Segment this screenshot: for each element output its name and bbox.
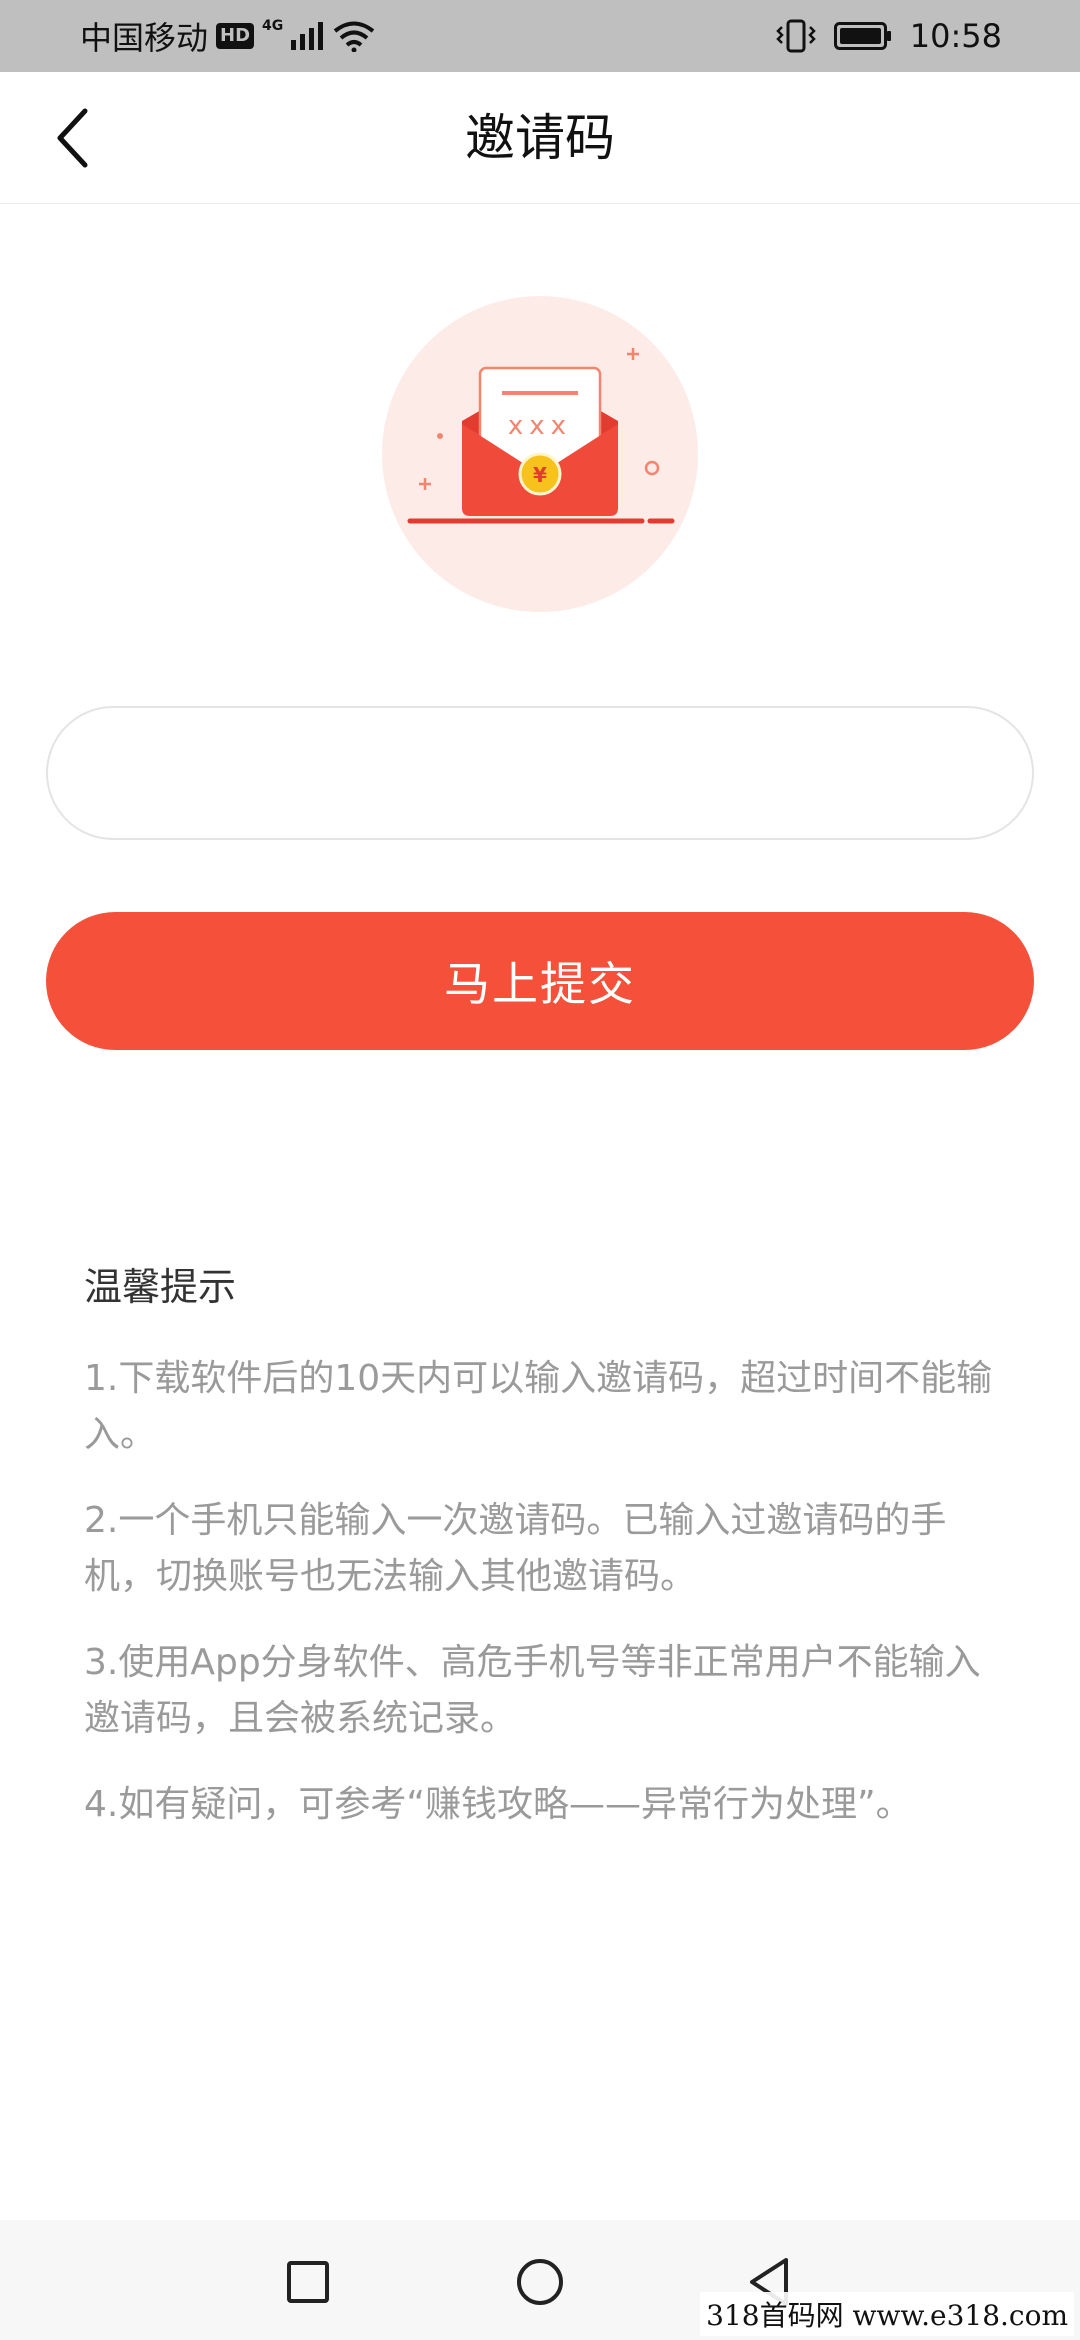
tips-title: 温馨提示: [84, 1265, 237, 1309]
back-button[interactable]: [40, 102, 104, 174]
dot-icon: [437, 433, 443, 439]
vibrate-icon: [776, 19, 816, 53]
tip-item: 1.下载软件后的10天内可以输入邀请码，超过时间不能输入。: [84, 1358, 993, 1455]
tip-item: 2.一个手机只能输入一次邀请码。已输入过邀请码的手机，切换账号也无法输入其他邀请…: [84, 1500, 947, 1597]
carrier-name: 中国移动: [80, 19, 209, 57]
recent-apps-icon[interactable]: [286, 2260, 330, 2304]
hd-icon: HD: [216, 23, 255, 49]
status-right: 10:58: [776, 16, 1002, 56]
network-type: 4G: [262, 18, 284, 34]
submit-button[interactable]: 马上提交: [46, 912, 1034, 1050]
chevron-left-icon: [57, 108, 88, 168]
status-bar: 中国移动 HD 4G 10:58: [0, 0, 1080, 72]
status-left: 中国移动 HD 4G: [80, 16, 375, 57]
tip-item: 4.如有疑问，可参考“赚钱攻略——异常行为处理”。: [84, 1784, 912, 1825]
home-icon[interactable]: [516, 2258, 564, 2306]
signal-icon: [291, 22, 324, 50]
clock: 10:58: [909, 17, 1002, 55]
letter-text: xxx: [508, 411, 572, 441]
submit-button-label: 马上提交: [444, 957, 636, 1011]
watermark: 318首码网 www.e318.com: [700, 2292, 1074, 2336]
nav-bar: 邀请码: [0, 72, 1080, 204]
page-title: 邀请码: [465, 109, 615, 167]
letter-line: [502, 391, 578, 395]
wifi-icon: [334, 21, 375, 52]
tips-section: 温馨提示 1.下载软件后的10天内可以输入邀请码，超过时间不能输入。 2.一个手…: [84, 1256, 1014, 1863]
invite-code-input[interactable]: [46, 706, 1034, 840]
battery-icon: [833, 22, 891, 50]
red-envelope-illustration: xxx ¥: [382, 296, 698, 612]
tip-item: 3.使用App分身软件、高危手机号等非正常用户不能输入邀请码，且会被系统记录。: [84, 1642, 981, 1739]
coin-symbol: ¥: [533, 463, 547, 487]
